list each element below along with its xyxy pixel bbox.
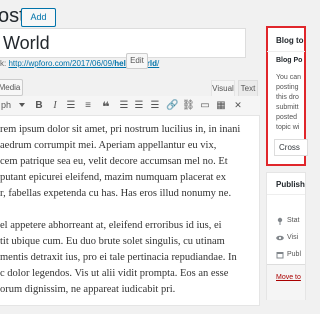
bulleted-list-button[interactable]: ☰: [65, 99, 77, 112]
publish-title[interactable]: Publish: [276, 180, 305, 189]
blog-box-title[interactable]: Blog to: [276, 36, 304, 45]
forum-select[interactable]: Cross: [274, 139, 308, 156]
blog-box-label: Blog Po: [276, 57, 303, 64]
eye-icon: [276, 234, 284, 242]
align-left-button[interactable]: ☰: [118, 99, 130, 112]
publish-date-label: Publ: [287, 251, 302, 258]
content-paragraph-2: el appetere abhorreant at, eleifend erro…: [0, 220, 237, 295]
insert-link-button[interactable]: 🔗: [166, 99, 178, 112]
tab-visual[interactable]: Visual: [211, 80, 235, 97]
edit-permalink-button[interactable]: Edit: [126, 53, 148, 69]
pin-icon: [276, 217, 284, 225]
move-to-trash-link[interactable]: Move to: [276, 274, 301, 281]
toolbar-toggle-button[interactable]: ▦: [215, 99, 227, 112]
content-paragraph-1: rem ipsum dolor sit amet, pri nostrum lu…: [0, 124, 241, 199]
bold-button[interactable]: B: [33, 99, 45, 112]
align-right-button[interactable]: ☰: [149, 99, 161, 112]
calendar-icon: [276, 251, 284, 259]
blog-box-description: You can posting this dro submitt posted …: [276, 74, 302, 131]
publish-actions: [267, 264, 305, 300]
permalink-url-suffix: /: [156, 59, 160, 68]
publish-visibility-label: Visi: [287, 234, 299, 241]
remove-link-button[interactable]: ⛓: [182, 99, 195, 112]
fullscreen-button[interactable]: ✕: [232, 99, 244, 112]
tab-text[interactable]: Text: [238, 80, 258, 97]
publish-status-label: Stat: [287, 217, 300, 224]
divider: [267, 51, 305, 52]
numbered-list-button[interactable]: ≡: [82, 99, 94, 112]
post-title-input[interactable]: World: [0, 28, 246, 58]
chevron-down-icon: [19, 103, 25, 107]
read-more-button[interactable]: ▭: [199, 99, 211, 112]
align-center-button[interactable]: ☰: [133, 99, 145, 112]
add-media-button[interactable]: Media: [0, 79, 23, 96]
italic-button[interactable]: I: [49, 99, 61, 112]
blockquote-button[interactable]: ❝: [100, 99, 112, 114]
editor-content[interactable]: rem ipsum dolor sit amet, pri nostrum lu…: [0, 122, 262, 314]
permalink-url-base: http://wpforo.com/2017/06/09/: [8, 59, 115, 68]
divider: [267, 194, 305, 195]
add-new-button[interactable]: Add New: [21, 8, 56, 39]
